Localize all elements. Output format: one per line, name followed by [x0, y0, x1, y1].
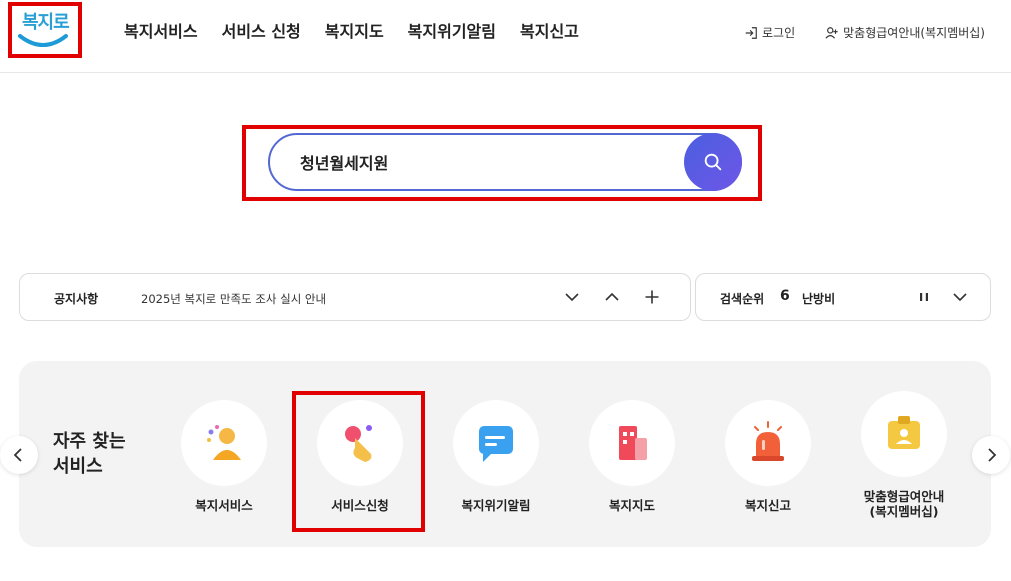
notice-controls [562, 287, 662, 307]
nav-crisis-alert[interactable]: 복지위기알림 [408, 18, 496, 42]
search-input[interactable] [300, 149, 670, 175]
service-icon-circle [181, 400, 267, 486]
logo[interactable]: 복지로 [16, 6, 76, 54]
nav-welfare-map[interactable]: 복지지도 [325, 18, 384, 42]
search-button[interactable] [684, 133, 742, 191]
frequent-services-title: 자주 찾는 서비스 [53, 429, 153, 479]
chevron-up-icon [605, 292, 619, 301]
pause-icon [920, 293, 928, 301]
logo-highlight: 복지로 [8, 2, 82, 58]
notice-prev-button[interactable] [602, 287, 622, 307]
service-label: 복지서비스 [195, 498, 253, 513]
service-label: 맞춤형급여안내 (복지멤버십) [844, 489, 964, 519]
login-link[interactable]: 로그인 [744, 24, 795, 41]
rank-label: 검색순위 [720, 292, 765, 306]
notice-label: 공지사항 [54, 292, 99, 306]
rank-keyword[interactable]: 난방비 [802, 290, 835, 307]
logo-smile-icon [18, 34, 68, 47]
service-membership[interactable]: 맞춤형급여안내 (복지멤버십) [844, 391, 964, 519]
user-add-icon [825, 26, 838, 39]
title-line-1: 자주 찾는 [53, 431, 126, 452]
nav-service-apply[interactable]: 서비스 신청 [222, 18, 301, 42]
service-label: 복지지도 [608, 498, 655, 513]
service-icon-circle [589, 400, 675, 486]
membership-link[interactable]: 맞춤형급여안내(복지멤버십) [825, 24, 985, 41]
service-icon-circle [725, 400, 811, 486]
login-icon [745, 26, 757, 39]
service-label-line-2: (복지멤버십) [869, 504, 939, 519]
service-welfare[interactable]: 복지서비스 [164, 400, 284, 513]
login-label: 로그인 [762, 26, 796, 40]
service-icon-circle [453, 400, 539, 486]
service-welfare-map[interactable]: 복지지도 [572, 400, 692, 513]
search-icon [704, 153, 722, 171]
building-icon [619, 426, 647, 460]
rank-pause-button[interactable] [914, 287, 934, 307]
notice-more-button[interactable] [642, 287, 662, 307]
service-label: 복지신고 [744, 498, 791, 513]
rank-controls [914, 287, 970, 307]
chevron-right-icon [988, 448, 997, 462]
search-rank-bar: 검색순위 6 난방비 [695, 273, 991, 321]
search-bar [268, 133, 742, 191]
service-label: 복지위기알림 [461, 498, 531, 513]
header: 복지로 복지서비스 서비스 신청 복지지도 복지위기알림 복지신고 로그인 맞춤… [0, 0, 1011, 73]
siren-icon [752, 421, 784, 461]
message-icon [479, 426, 513, 462]
page: 복지로 복지서비스 서비스 신청 복지지도 복지위기알림 복지신고 로그인 맞춤… [0, 0, 1011, 581]
utility-menu: 로그인 맞춤형급여안내(복지멤버십) [744, 24, 985, 41]
nav-welfare-report[interactable]: 복지신고 [520, 18, 579, 42]
carousel-prev-button[interactable] [0, 436, 38, 474]
service-crisis-alert[interactable]: 복지위기알림 [436, 400, 556, 513]
chevron-down-icon [565, 293, 579, 302]
main-nav: 복지서비스 서비스 신청 복지지도 복지위기알림 복지신고 [124, 18, 579, 42]
notice-bar: 공지사항 2025년 복지로 만족도 조사 실시 안내 [19, 273, 691, 321]
people-icon [207, 425, 241, 460]
service-apply-highlight [292, 391, 425, 532]
rank-expand-button[interactable] [950, 287, 970, 307]
service-label-line-1: 맞춤형급여안내 [863, 489, 945, 504]
service-icon-circle [861, 391, 947, 477]
nav-welfare-service[interactable]: 복지서비스 [124, 18, 198, 42]
id-card-icon [888, 416, 920, 449]
chevron-left-icon [13, 448, 22, 462]
chevron-down-icon [953, 293, 967, 302]
rank-number: 6 [780, 288, 790, 304]
notice-expand-button[interactable] [562, 287, 582, 307]
title-line-2: 서비스 [53, 456, 103, 477]
carousel-next-button[interactable] [972, 436, 1010, 474]
membership-label: 맞춤형급여안내(복지멤버십) [843, 26, 985, 40]
notice-text[interactable]: 2025년 복지로 만족도 조사 실시 안내 [141, 291, 326, 307]
plus-icon [645, 290, 659, 304]
service-welfare-report[interactable]: 복지신고 [708, 400, 828, 513]
